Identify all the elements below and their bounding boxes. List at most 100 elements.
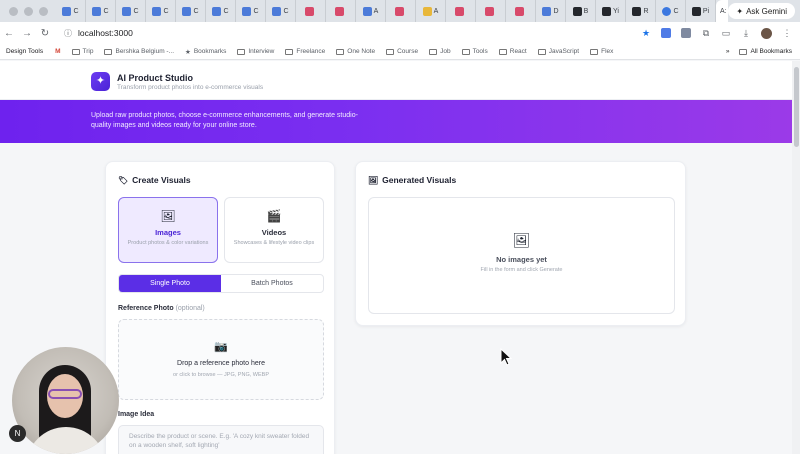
sidebar-icon[interactable]: ▭	[721, 28, 731, 38]
bookmarks-right: » All Bookmarks	[726, 48, 792, 55]
image-placeholder-icon: 🖼	[512, 232, 531, 248]
star-icon: ★	[185, 48, 191, 56]
bookmark-folder[interactable]: JavaScript	[537, 48, 579, 55]
browser-tab[interactable]	[446, 0, 476, 22]
video-icon	[305, 6, 314, 16]
image-idea-textarea[interactable]: Describe the product or scene. E.g. 'A c…	[118, 425, 324, 454]
extension-icon[interactable]	[681, 28, 691, 38]
page-icon	[104, 48, 113, 55]
webcam-overlay	[12, 347, 119, 454]
docs-icon	[92, 6, 102, 16]
close-window-button[interactable]	[9, 6, 18, 16]
presenter-glasses	[48, 389, 82, 399]
back-icon[interactable]: ←	[0, 28, 18, 39]
browser-tab[interactable]: Yi	[596, 0, 626, 22]
browser-tab[interactable]: C	[56, 0, 86, 22]
browser-tab[interactable]: C	[206, 0, 236, 22]
folder-icon	[71, 48, 80, 55]
app-title: AI Product Studio	[117, 73, 193, 83]
browser-tab[interactable]	[506, 0, 536, 22]
address-bar[interactable]: ⓘ localhost:3000	[58, 25, 638, 41]
site-info-icon[interactable]: ⓘ	[64, 28, 72, 39]
browser-tab[interactable]	[296, 0, 326, 22]
ask-gemini-button[interactable]: ✦ Ask Gemini	[728, 3, 795, 19]
browser-tab[interactable]: C	[176, 0, 206, 22]
bookmark-star-icon[interactable]: ★	[641, 28, 651, 38]
bookmark-link[interactable]: Bershka Belgium -...	[104, 48, 174, 55]
browser-tab[interactable]: R	[626, 0, 656, 22]
camera-icon: 📷	[214, 341, 228, 353]
active-browser-tab[interactable]: A:✕	[716, 0, 729, 22]
folder-icon	[590, 48, 599, 55]
bookmark-folder[interactable]: Trip	[71, 48, 93, 55]
batch-photos-tab[interactable]: Batch Photos	[221, 275, 323, 292]
browser-tab[interactable]	[386, 0, 416, 22]
folder-icon	[429, 48, 438, 55]
gmail-icon[interactable]: M	[55, 48, 60, 55]
single-photo-tab[interactable]: Single Photo	[119, 275, 221, 292]
bookmark-folder[interactable]: Course	[386, 48, 418, 55]
browser-tab[interactable]: C	[266, 0, 296, 22]
bookmark-folder[interactable]: One Note	[336, 48, 375, 55]
folder-icon	[739, 48, 748, 55]
reference-photo-label: Reference Photo (optional)	[118, 305, 205, 312]
type-images-option[interactable]: 🖼 Images Product photos & color variatio…	[118, 197, 218, 263]
mouse-cursor-icon	[500, 348, 512, 366]
bookmark-folder[interactable]: Interview	[237, 48, 274, 55]
more-menu-icon[interactable]: ⋮	[782, 28, 792, 38]
bookmarks-overflow-button[interactable]: »	[726, 48, 730, 55]
app-icon	[691, 6, 701, 16]
recorder-badge[interactable]: N	[9, 425, 26, 442]
minimize-window-button[interactable]	[24, 6, 33, 16]
bookmarks-bar: Design Tools M Trip Bershka Belgium -...…	[0, 44, 800, 60]
extensions-puzzle-icon[interactable]: ⧉	[701, 28, 711, 38]
browser-tab[interactable]: A	[356, 0, 386, 22]
docs-icon	[362, 6, 372, 16]
type-videos-option[interactable]: 🎬 Videos Showcases & lifestyle video cli…	[224, 197, 324, 263]
maximize-window-button[interactable]	[39, 6, 48, 16]
reference-photo-dropzone[interactable]: 📷 Drop a reference photo here or click t…	[118, 319, 324, 400]
browser-tab[interactable]: C	[146, 0, 176, 22]
generated-visuals-title: 🖼 Generated Visuals	[368, 175, 457, 185]
profile-avatar[interactable]	[761, 27, 772, 39]
bookmark-folder[interactable]: Job	[429, 48, 451, 55]
browser-tab[interactable]: Pi	[686, 0, 716, 22]
generated-visuals-card: 🖼 Generated Visuals 🖼 No images yet Fill…	[355, 161, 686, 326]
url-text: localhost:3000	[78, 28, 133, 38]
clapperboard-icon: 🎬	[266, 209, 282, 223]
reload-icon[interactable]: ↻	[36, 28, 54, 39]
folder-icon	[386, 48, 395, 55]
browser-tab[interactable]: B	[566, 0, 596, 22]
page-scrollbar[interactable]	[792, 61, 800, 454]
folder-icon	[461, 48, 470, 55]
browser-tab[interactable]: A	[416, 0, 446, 22]
banner-text: Upload raw product photos, choose e-comm…	[91, 112, 358, 129]
folder-icon	[285, 48, 294, 55]
forward-icon[interactable]: →	[18, 28, 36, 39]
bookmark-design-tools[interactable]: Design Tools	[6, 48, 43, 55]
extension-icon[interactable]	[661, 28, 671, 38]
video-icon	[485, 6, 494, 16]
create-visuals-card: 🏷 Create Visuals 🖼 Images Product photos…	[105, 161, 335, 454]
all-bookmarks-button[interactable]: All Bookmarks	[739, 48, 792, 55]
docs-icon	[182, 6, 192, 16]
bookmark-folder[interactable]: Tools	[461, 48, 488, 55]
download-icon[interactable]: ⤓	[741, 28, 751, 38]
bookmark-folder[interactable]: ★ Bookmarks	[185, 48, 226, 56]
docs-icon	[122, 6, 132, 16]
bookmark-folder[interactable]: Freelance	[285, 48, 325, 55]
browser-tab[interactable]: D	[536, 0, 566, 22]
browser-tab[interactable]	[326, 0, 356, 22]
window-controls	[0, 6, 56, 16]
photo-mode-toggle: Single Photo Batch Photos	[118, 274, 324, 293]
bookmark-folder[interactable]: React	[498, 48, 527, 55]
sparkle-icon: ✦	[736, 6, 744, 16]
bookmark-folder[interactable]: Flex	[590, 48, 613, 55]
browser-tab[interactable]: C	[656, 0, 686, 22]
browser-tab[interactable]: C	[86, 0, 116, 22]
browser-tab[interactable]: C	[236, 0, 266, 22]
browser-tab[interactable]	[476, 0, 506, 22]
docs-icon	[242, 6, 252, 16]
scrollbar-thumb[interactable]	[794, 67, 799, 147]
browser-tab[interactable]: C	[116, 0, 146, 22]
